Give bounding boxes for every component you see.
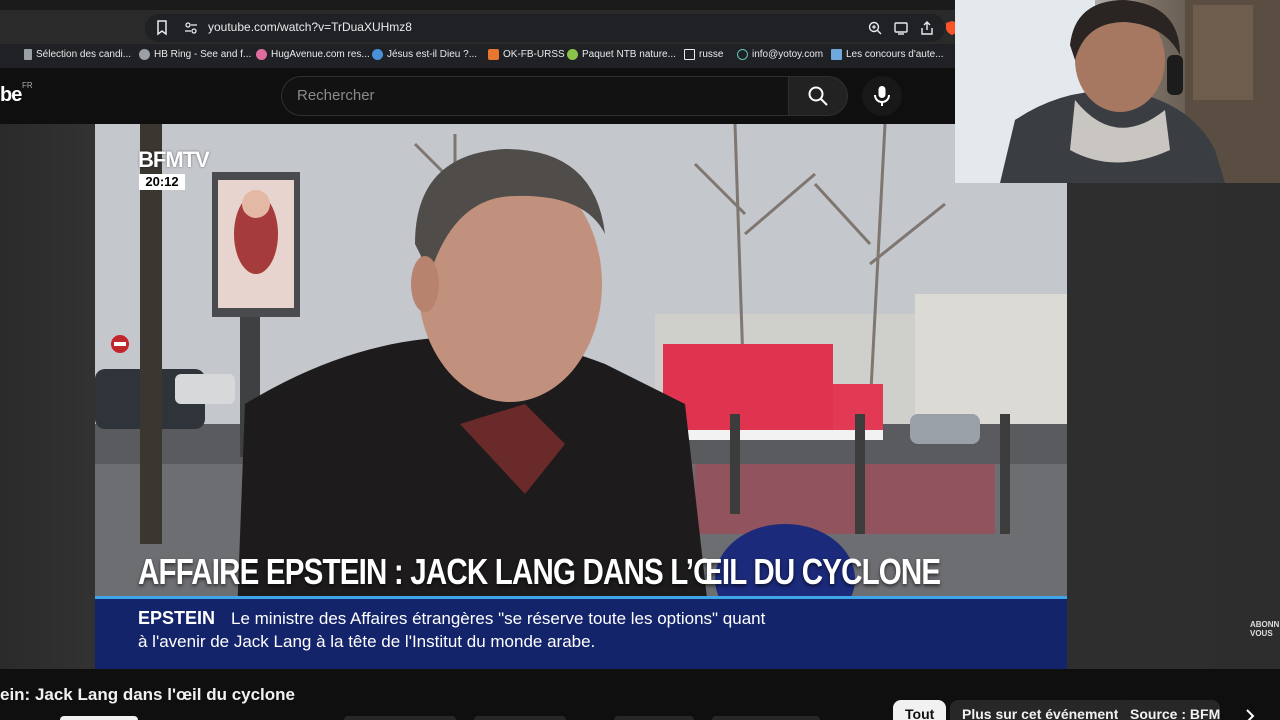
folder-icon xyxy=(684,49,695,60)
file-icon xyxy=(24,49,32,60)
ticker-label: EPSTEIN xyxy=(138,608,216,628)
screen: youtube.com/watch?v=TrDuaXUHmz8 Sélectio… xyxy=(0,0,1280,720)
chip-source[interactable]: Source : BFMTV xyxy=(1118,700,1220,720)
subscribe-overlay[interactable]: ABONN VOUS xyxy=(1250,620,1279,638)
youtube-region: FR xyxy=(22,81,33,90)
voice-search-button[interactable] xyxy=(862,76,902,116)
site-info-icon[interactable] xyxy=(183,20,199,36)
action-button-stub[interactable] xyxy=(474,716,566,720)
bookmark-item[interactable]: Paquet NTB nature... xyxy=(567,49,676,60)
search-button[interactable] xyxy=(788,76,848,116)
webcam-overlay xyxy=(955,0,1280,183)
webcam-feed xyxy=(955,0,1280,183)
subscribe-button-stub[interactable] xyxy=(60,716,138,720)
action-button-stub[interactable] xyxy=(712,716,820,720)
bookmark-item[interactable]: Jésus est-il Dieu ?... xyxy=(372,49,477,60)
chip-all[interactable]: Tout xyxy=(893,700,947,720)
video-title: ein: Jack Lang dans l'œil du cyclone xyxy=(0,685,296,704)
action-button-stub[interactable] xyxy=(344,716,456,720)
search-icon xyxy=(808,86,828,106)
bookmark-item[interactable]: OK-FB-URSS xyxy=(488,49,565,60)
youtube-logo[interactable]: be xyxy=(0,84,22,107)
channel-logo: BFMTV xyxy=(138,147,210,172)
zoom-icon[interactable] xyxy=(867,20,883,36)
bookmark-item[interactable]: info@yotoy.com xyxy=(737,49,823,60)
action-button-stub[interactable] xyxy=(614,716,694,720)
share-icon[interactable] xyxy=(919,20,935,36)
ticker-text-line-1: Le ministre des Affaires étrangères "se … xyxy=(231,609,766,628)
chevron-right-icon xyxy=(1246,709,1255,720)
chips-next-button[interactable] xyxy=(1236,702,1264,720)
globe-icon xyxy=(372,49,383,60)
broadcast-clock: 20:12 xyxy=(139,174,185,190)
ticker-text-line-2: à l'avenir de Jack Lang à la tête de l'I… xyxy=(138,632,596,651)
microphone-icon xyxy=(874,86,890,106)
chip-more-on-event[interactable]: Plus sur cet événement xyxy=(950,700,1131,720)
bookmark-item[interactable]: HugAvenue.com res... xyxy=(256,49,370,60)
cast-icon[interactable] xyxy=(893,20,909,36)
bookmark-icon[interactable] xyxy=(155,20,169,36)
video-headline-overlay: AFFAIRE EPSTEIN : JACK LANG DANS L’ŒIL D… xyxy=(138,551,941,592)
globe-icon xyxy=(139,49,150,60)
bookmarks-bar: Sélection des candi... HB Ring - See and… xyxy=(0,44,960,68)
mail-icon xyxy=(737,49,748,60)
bookmark-item[interactable]: HB Ring - See and f... xyxy=(139,49,251,60)
image-icon xyxy=(831,49,842,60)
leaf-icon xyxy=(567,49,578,60)
bookmark-item[interactable]: Sélection des candi... xyxy=(24,49,131,60)
bookmark-item[interactable]: russe xyxy=(684,49,723,60)
url-text[interactable]: youtube.com/watch?v=TrDuaXUHmz8 xyxy=(208,20,412,34)
search-placeholder: Rechercher xyxy=(297,87,375,104)
heart-icon xyxy=(256,49,267,60)
bookmark-item[interactable]: Les concours d'aute... xyxy=(831,49,944,60)
orange-icon xyxy=(488,49,499,60)
